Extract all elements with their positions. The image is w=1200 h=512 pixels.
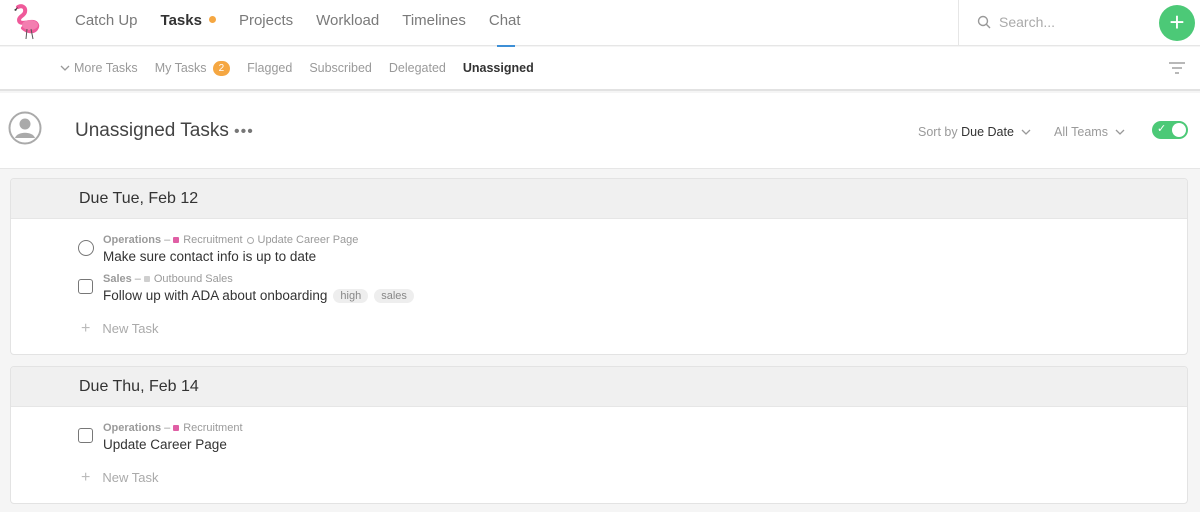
page-title: Unassigned Tasks (75, 120, 229, 141)
nav-workload[interactable]: Workload (316, 0, 379, 46)
teams-dropdown[interactable]: All Teams (1054, 125, 1125, 139)
breadcrumb-separator: – (134, 273, 141, 285)
tab-my-tasks-label: My Tasks (154, 61, 207, 75)
filter-icon[interactable] (1168, 60, 1186, 76)
task-filter-bar: More Tasks My Tasks 2 Flagged Subscribed… (0, 47, 1200, 91)
breadcrumb-separator: – (164, 422, 171, 434)
task-breadcrumb: Operations – Recruitment Update Career P… (103, 234, 358, 246)
due-date-group: Due Thu, Feb 14 Operations – Recruitment… (10, 366, 1188, 504)
notification-dot (208, 16, 216, 23)
plus-icon: + (81, 469, 91, 486)
tab-subscribed-label: Subscribed (309, 61, 372, 75)
task-filter-tabs: More Tasks My Tasks 2 Flagged Subscribed… (60, 47, 551, 89)
task-team[interactable]: Operations (103, 422, 161, 434)
group-title: Due Tue, Feb 12 (11, 179, 1187, 219)
tab-delegated[interactable]: Delegated (389, 61, 446, 75)
tab-more-tasks[interactable]: More Tasks (60, 61, 138, 75)
project-color-icon (143, 276, 150, 282)
task-tag[interactable]: sales (374, 288, 414, 303)
task-team[interactable]: Operations (103, 234, 161, 246)
task-checkbox[interactable] (78, 428, 93, 443)
task-name-text: Make sure contact info is up to date (103, 249, 317, 264)
breadcrumb-separator: – (164, 234, 171, 246)
task-checkbox[interactable] (78, 279, 93, 294)
nav-timelines-label: Timelines (402, 12, 466, 29)
task-name[interactable]: Update Career Page (103, 437, 227, 452)
nav-tasks[interactable]: Tasks (161, 0, 216, 46)
tab-delegated-label: Delegated (388, 61, 446, 75)
new-task-label: New Task (102, 321, 159, 336)
task-project[interactable]: Recruitment (183, 422, 242, 434)
new-task-button[interactable]: + New Task (81, 320, 158, 338)
show-completed-toggle[interactable]: ✓ (1152, 121, 1188, 139)
tab-unassigned-label: Unassigned (462, 61, 534, 75)
sort-dropdown[interactable]: Sort by Due Date (918, 125, 1031, 139)
task-breadcrumb: Sales – Outbound Sales (103, 273, 233, 285)
nav-projects[interactable]: Projects (239, 0, 293, 46)
task-row: Operations – Recruitment Update Career P… (11, 234, 1187, 270)
new-task-label: New Task (102, 470, 159, 485)
tab-flagged-label: Flagged (247, 61, 293, 75)
new-task-button[interactable]: + New Task (81, 469, 158, 487)
tab-my-tasks[interactable]: My Tasks 2 (154, 60, 231, 76)
tab-flagged[interactable]: Flagged (247, 61, 292, 75)
search-box (958, 0, 1158, 46)
due-date-group: Due Tue, Feb 12 Operations – Recruitment… (10, 178, 1188, 355)
task-project[interactable]: Outbound Sales (154, 273, 233, 285)
chevron-down-icon (60, 65, 70, 71)
task-team[interactable]: Sales (103, 273, 132, 285)
nav-projects-label: Projects (238, 12, 294, 29)
page-header: Unassigned Tasks ••• Sort by Due Date Al… (0, 93, 1200, 169)
task-project[interactable]: Recruitment (183, 234, 242, 246)
tab-unassigned[interactable]: Unassigned (463, 61, 534, 75)
task-checkbox[interactable] (78, 240, 94, 256)
my-tasks-count-badge: 2 (212, 60, 231, 76)
tab-more-tasks-label: More Tasks (74, 61, 138, 75)
task-row: Sales – Outbound Sales Follow up with AD… (11, 273, 1187, 309)
task-row: Operations – Recruitment Update Career P… (11, 422, 1187, 458)
task-name-text: Follow up with ADA about onboarding (103, 288, 328, 303)
task-name[interactable]: Follow up with ADA about onboarding high… (103, 288, 414, 303)
task-parent[interactable]: Update Career Page (258, 234, 359, 246)
project-color-icon (173, 237, 180, 243)
sort-prefix: Sort by (918, 125, 958, 139)
parent-task-icon (246, 236, 254, 244)
plus-icon: + (81, 320, 91, 337)
project-color-icon (173, 425, 180, 431)
nav-timelines[interactable]: Timelines (402, 0, 466, 46)
nav-chat[interactable]: Chat (488, 0, 521, 47)
chevron-down-icon (1021, 129, 1031, 135)
sort-value: Due Date (961, 125, 1014, 139)
nav-catch-up-label: Catch Up (75, 12, 138, 29)
avatar-icon (8, 111, 42, 145)
nav-chat-label: Chat (488, 12, 521, 29)
toggle-knob (1172, 123, 1186, 137)
nav-workload-label: Workload (316, 12, 380, 29)
top-navigation-bar: Catch Up Tasks Projects Workload Timelin… (0, 0, 1200, 47)
nav-catch-up[interactable]: Catch Up (75, 0, 138, 46)
search-icon (977, 15, 991, 29)
task-breadcrumb: Operations – Recruitment (103, 422, 243, 434)
main-nav: Catch Up Tasks Projects Workload Timelin… (75, 0, 544, 47)
more-options-icon[interactable]: ••• (234, 123, 254, 141)
group-title: Due Thu, Feb 14 (11, 367, 1187, 407)
add-button[interactable]: + (1159, 5, 1195, 41)
task-name-text: Update Career Page (103, 437, 227, 452)
flamingo-logo-icon[interactable] (8, 4, 42, 40)
teams-value: All Teams (1054, 125, 1108, 139)
tab-subscribed[interactable]: Subscribed (309, 61, 372, 75)
check-icon: ✓ (1157, 123, 1167, 135)
nav-tasks-label: Tasks (160, 12, 202, 29)
task-name[interactable]: Make sure contact info is up to date (103, 249, 316, 264)
task-tag[interactable]: high (333, 288, 369, 303)
chevron-down-icon (1115, 129, 1125, 135)
search-input[interactable] (999, 12, 1139, 32)
